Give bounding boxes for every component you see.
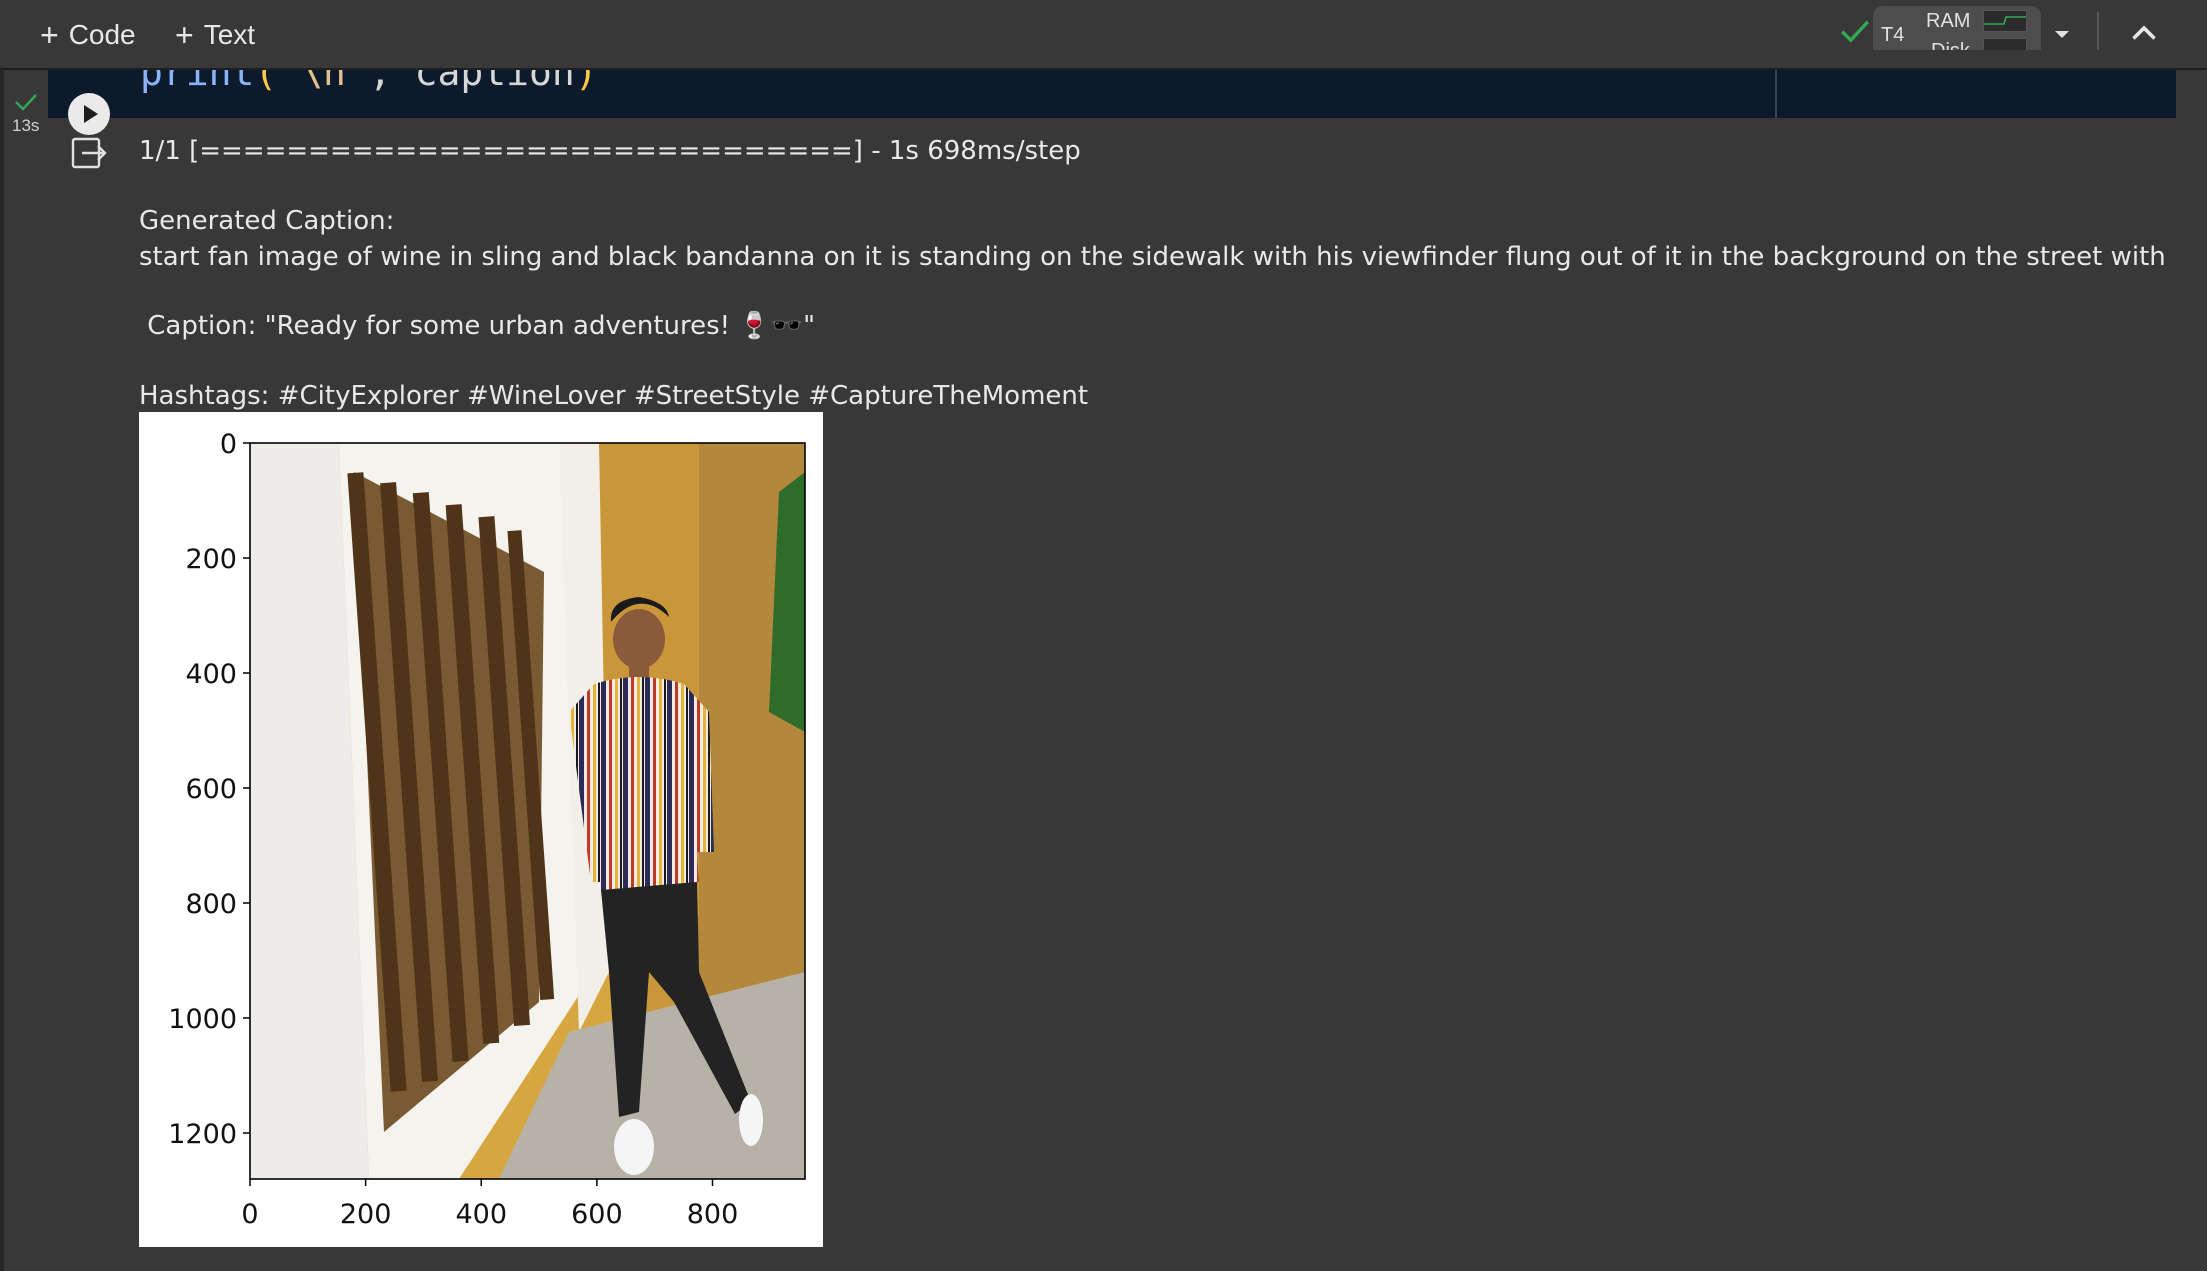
left-rail (0, 0, 4, 1271)
generated-caption-label: Generated Caption: (139, 206, 395, 236)
generated-caption-text: start fan image of wine in sling and bla… (139, 242, 2175, 272)
plus-icon: + (175, 17, 194, 53)
add-code-button[interactable]: + Code (40, 16, 136, 54)
progress-line: 1/1 [==============================] - 1… (139, 136, 1081, 166)
image-plot: 0 200 400 600 800 1000 1200 0 200 400 600 800 (139, 412, 823, 1247)
execution-success-check-icon (15, 94, 37, 111)
hashtags-line: Hashtags: #CityExplorer #WineLover #Stre… (139, 381, 1089, 411)
photo-image (250, 443, 805, 1179)
play-icon (84, 105, 98, 123)
gpu-label: T4 (1881, 24, 1905, 46)
add-text-label: Text (203, 19, 256, 50)
collapse-chevron-up-icon[interactable] (2126, 16, 2162, 52)
y-tick-label: 400 (185, 659, 237, 690)
chevron-down-icon[interactable] (2050, 22, 2074, 46)
y-tick-label: 800 (185, 889, 237, 920)
y-tick-label: 200 (185, 544, 237, 575)
ram-usage-graph-icon (1983, 10, 2027, 32)
x-tick-label: 600 (571, 1199, 623, 1230)
x-axis: 0 200 400 600 800 (241, 1179, 738, 1230)
x-tick-label: 400 (455, 1199, 507, 1230)
ram-label: RAM (1926, 10, 1971, 32)
y-tick-label: 1200 (168, 1119, 237, 1150)
output-actions-icon[interactable] (70, 134, 108, 172)
add-code-label: Code (68, 19, 136, 50)
connected-check-icon (1841, 20, 1869, 43)
x-tick-label: 800 (687, 1199, 739, 1230)
run-cell-button[interactable] (68, 93, 110, 135)
add-text-button[interactable]: + Text (175, 16, 255, 54)
x-tick-label: 200 (340, 1199, 392, 1230)
caption-line: Caption: "Ready for some urban adventure… (139, 311, 816, 341)
plus-icon: + (40, 17, 59, 53)
execution-time: 13s (12, 116, 40, 135)
code-editor-divider (1775, 70, 1777, 118)
y-tick-label: 1000 (168, 1004, 237, 1035)
x-tick-label: 0 (241, 1199, 258, 1230)
y-tick-label: 600 (185, 774, 237, 805)
y-tick-label: 0 (220, 429, 237, 460)
y-axis: 0 200 400 600 800 1000 1200 (168, 429, 250, 1150)
